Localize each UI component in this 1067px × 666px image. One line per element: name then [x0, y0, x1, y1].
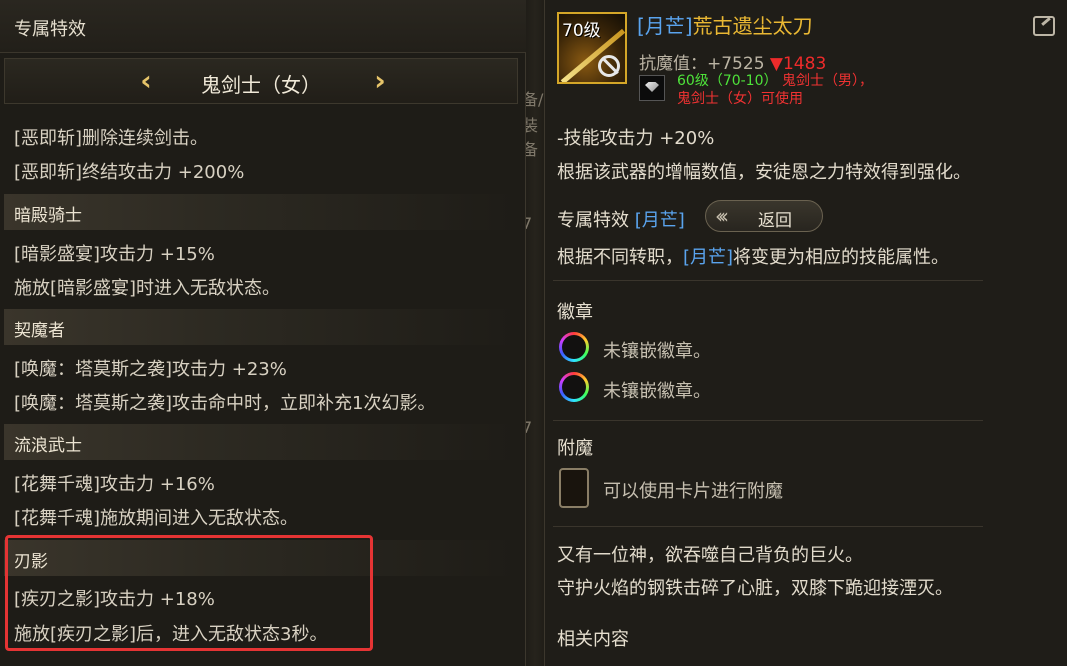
selected-job-name: 鬼剑士（女）: [201, 73, 321, 97]
job-category-name: 暗殿骑士: [14, 206, 82, 226]
effect-line: -技能攻击力 +20%: [557, 128, 715, 149]
job-category-header: 流浪武士: [4, 424, 518, 460]
double-chevron-left-icon: ‹‹‹: [715, 204, 729, 228]
exclusive-effect-description: 根据不同转职，[月芒]将变更为相应的技能属性。: [557, 243, 949, 269]
effect-line: [花舞千魂]攻击力 +16%: [14, 474, 215, 495]
exclusive-effect-panel: 专属特效 ‹ 鬼剑士（女） › [恶即斩]删除连续剑击。 [恶即斩]终结攻击力 …: [0, 0, 526, 666]
exclusive-effect-heading: 专属特效 [月芒]: [557, 206, 685, 232]
lore-line: 守护火焰的钢铁击碎了心脏，双膝下跪迎接湮灭。: [557, 578, 953, 599]
effect-line: [恶即斩]终结攻击力 +200%: [14, 162, 245, 183]
panel-title: 专属特效: [14, 19, 86, 40]
divider: [553, 280, 983, 281]
effect-line: [暗影盛宴]攻击力 +15%: [14, 244, 215, 265]
emblem-slot-icon[interactable]: [559, 332, 589, 362]
desc-text: 将变更为相应的技能属性。: [733, 247, 950, 268]
back-button-label: 返回: [758, 211, 792, 231]
item-name: 荒古遗尘太刀: [692, 14, 813, 38]
job-selector: ‹ 鬼剑士（女） ›: [4, 58, 518, 104]
job-category-header: 暗殿骑士: [4, 194, 518, 230]
weapon-icon: 70级: [557, 12, 627, 84]
emblem-slot-icon[interactable]: [559, 372, 589, 402]
effect-line: [唤魔：塔莫斯之袭]攻击命中时，立即补充1次幻影。: [14, 393, 436, 414]
lore-line: 又有一位神，欲吞噬自己背负的巨火。: [557, 545, 863, 566]
emblem-slot-text: 未镶嵌徽章。: [603, 341, 711, 362]
share-icon[interactable]: [1033, 16, 1055, 36]
divider: [553, 526, 983, 527]
desc-text: 根据不同转职，: [557, 247, 683, 268]
untradable-icon: [598, 55, 620, 77]
back-button[interactable]: ‹‹‹ 返回: [705, 200, 823, 232]
panel-header: 专属特效: [0, 0, 526, 53]
exclusive-effect-label: 专属特效: [557, 210, 629, 231]
item-tag: [月芒]: [637, 14, 693, 38]
enchant-text: 可以使用卡片进行附魔: [603, 481, 783, 502]
diamond-icon: [639, 75, 665, 101]
job-category-header: 契魔者: [4, 309, 518, 345]
class-requirement: 鬼剑士（女）可使用: [677, 91, 803, 107]
divider: [553, 420, 983, 421]
emblem-heading: 徽章: [557, 302, 593, 323]
effect-line: [恶即斩]删除连续剑击。: [14, 128, 209, 149]
requirement-line: 鬼剑士（女）可使用: [677, 88, 803, 108]
effect-line: [花舞千魂]施放期间进入无敌状态。: [14, 508, 299, 529]
enchant-heading: 附魔: [557, 438, 593, 459]
item-tooltip-panel: 70级 [月芒]荒古遗尘太刀 抗魔值：+7525 ▼1483 60级（70-10…: [544, 0, 1067, 666]
related-content-heading[interactable]: 相关内容: [557, 625, 629, 651]
requirement-line: 60级（70-10） 鬼剑士（男），: [677, 70, 873, 90]
class-requirement: 鬼剑士（男），: [781, 73, 873, 89]
next-job-arrow-icon[interactable]: ›: [367, 65, 393, 97]
effect-line: [唤魔：塔莫斯之袭]攻击力 +23%: [14, 359, 287, 380]
item-title: [月芒]荒古遗尘太刀: [637, 10, 813, 39]
job-category-name: 流浪武士: [14, 436, 82, 456]
item-level: 70级: [562, 21, 601, 41]
job-category-name: 契魔者: [14, 321, 65, 341]
effect-line: 施放[暗影盛宴]时进入无敌状态。: [14, 278, 281, 299]
desc-tag: [月芒]: [683, 247, 734, 268]
emblem-slot-text: 未镶嵌徽章。: [603, 381, 711, 402]
highlight-annotation: [5, 535, 373, 651]
level-requirement: 60级（70-10）: [677, 73, 778, 89]
effect-line: 根据该武器的增幅数值，安徒恩之力特效得到强化。: [557, 162, 971, 183]
card-slot-icon[interactable]: [559, 468, 589, 508]
exclusive-effect-tag: [月芒]: [634, 210, 685, 231]
